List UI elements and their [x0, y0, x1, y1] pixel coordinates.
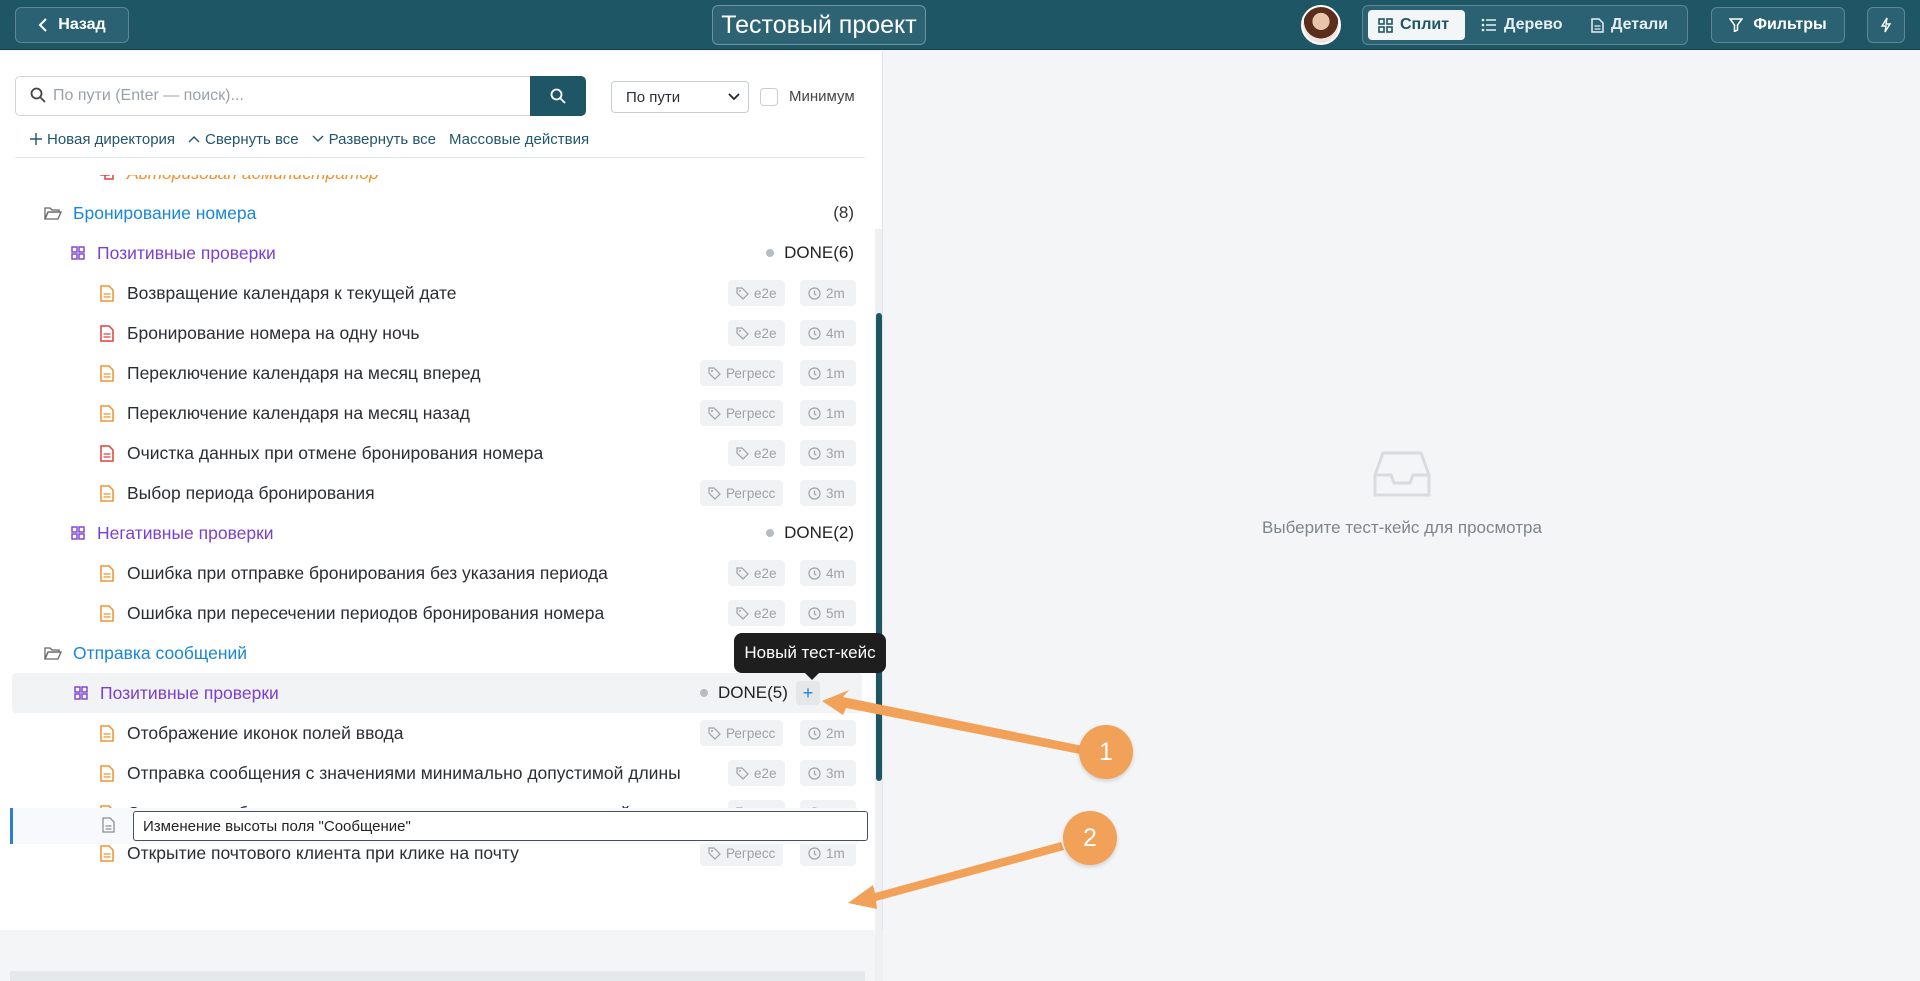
annotation-badge-2: 2	[1063, 811, 1117, 865]
annotation-badge-1: 1	[1079, 725, 1133, 779]
arrow-2-icon	[848, 842, 1064, 909]
arrow-1-icon	[822, 690, 1083, 754]
tree-bottom-strip	[10, 971, 865, 981]
annotation-arrows	[822, 690, 1083, 909]
